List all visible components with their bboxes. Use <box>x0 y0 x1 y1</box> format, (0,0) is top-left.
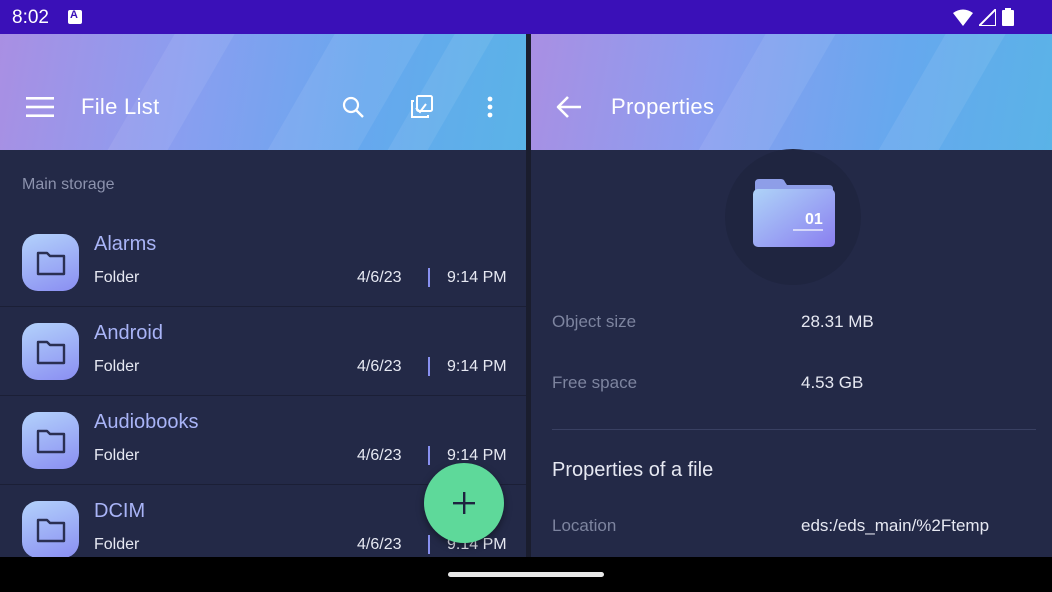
plus-icon <box>453 492 475 514</box>
list-item[interactable]: Alarms Folder 4/6/23 9:14 PM <box>0 219 526 307</box>
menu-button[interactable] <box>22 89 58 125</box>
hamburger-menu-icon <box>26 97 54 117</box>
add-button[interactable] <box>424 463 504 543</box>
properties-pane: Properties 01 Object size 28.31 MB Free … <box>531 34 1052 557</box>
free-space-value: 4.53 GB <box>801 373 864 392</box>
more-options-button[interactable] <box>472 89 508 125</box>
folder-icon <box>22 234 79 291</box>
multi-select-button[interactable] <box>404 89 440 125</box>
item-separator <box>428 446 430 465</box>
cellular-signal-icon <box>979 8 996 26</box>
item-type: Folder <box>94 536 140 553</box>
item-date: 4/6/23 <box>357 447 402 464</box>
properties-title: Properties <box>611 94 715 119</box>
item-separator <box>428 357 430 376</box>
folder-preview: 01 <box>725 149 861 285</box>
free-space-label: Free space <box>552 373 638 392</box>
storage-section-label: Main storage <box>22 176 115 193</box>
folder-badge: 01 <box>805 211 823 228</box>
notification-app-icon <box>68 9 82 24</box>
back-button[interactable] <box>551 89 587 125</box>
item-type: Folder <box>94 358 140 375</box>
location-label: Location <box>552 516 617 535</box>
item-name: Android <box>94 322 163 344</box>
arrow-back-icon <box>556 96 581 118</box>
item-time: 9:14 PM <box>447 269 507 286</box>
file-list-app-bar: File List <box>0 34 526 150</box>
folder-large-icon: 01 <box>753 179 835 247</box>
item-name: DCIM <box>94 500 146 522</box>
item-name: Alarms <box>94 233 157 255</box>
divider-line <box>552 429 1036 430</box>
navigation-bar <box>0 557 1052 592</box>
app-bar-title: File List <box>81 94 160 119</box>
file-list-pane: File List Main storage Alarms Folder 4/6… <box>0 34 526 557</box>
item-time: 9:14 PM <box>447 358 507 375</box>
wifi-icon <box>953 9 973 26</box>
folder-icon <box>22 323 79 380</box>
battery-icon <box>1002 8 1014 26</box>
item-separator <box>428 268 430 287</box>
object-size-label: Object size <box>552 312 637 331</box>
item-date: 4/6/23 <box>357 269 402 286</box>
system-icons <box>953 8 1014 26</box>
item-name: Audiobooks <box>94 411 199 433</box>
item-type: Folder <box>94 269 140 286</box>
properties-app-bar: Properties <box>531 34 1052 150</box>
list-item[interactable]: Android Folder 4/6/23 9:14 PM <box>0 308 526 396</box>
home-gesture-handle[interactable] <box>448 572 604 577</box>
item-type: Folder <box>94 447 140 464</box>
item-date: 4/6/23 <box>357 358 402 375</box>
status-bar: 8:02 <box>0 0 1052 34</box>
more-vertical-icon <box>487 96 493 118</box>
location-value: eds:/eds_main/%2Ftemp <box>801 516 990 535</box>
file-properties-heading: Properties of a file <box>552 459 714 481</box>
folder-icon <box>22 412 79 469</box>
search-button[interactable] <box>335 89 371 125</box>
folder-icon <box>22 501 79 557</box>
status-time: 8:02 <box>12 7 49 28</box>
item-separator <box>428 535 430 554</box>
item-date: 4/6/23 <box>357 536 402 553</box>
search-icon <box>342 96 364 118</box>
multi-select-icon <box>411 95 433 118</box>
object-size-value: 28.31 MB <box>801 312 874 331</box>
item-time: 9:14 PM <box>447 447 507 464</box>
